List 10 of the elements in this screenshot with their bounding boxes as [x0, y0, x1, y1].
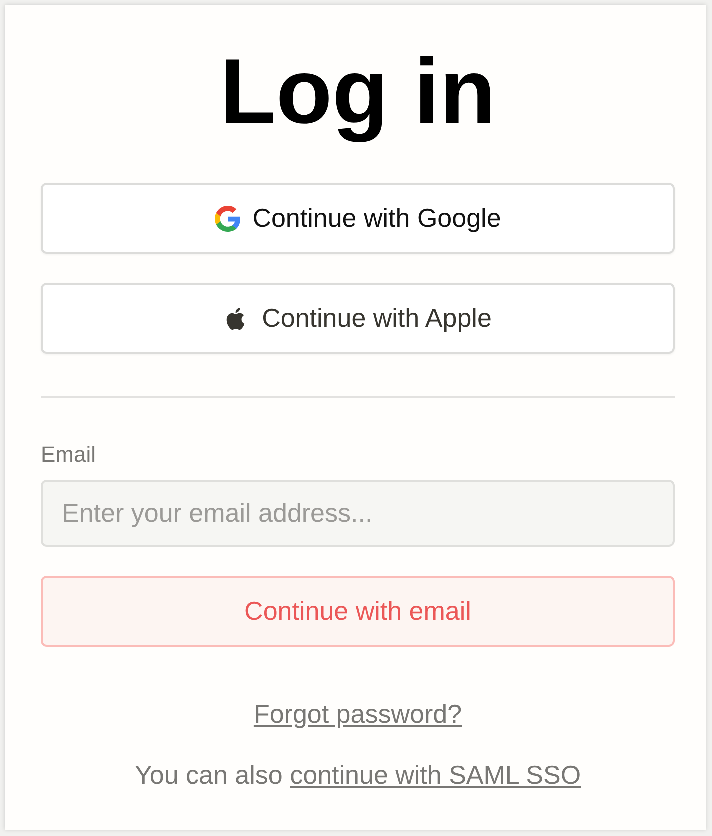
email-label: Email: [41, 442, 98, 468]
continue-with-apple-button[interactable]: Continue with Apple: [41, 283, 675, 354]
page-title: Log in: [220, 40, 496, 145]
email-field[interactable]: Enter your email address...: [41, 480, 675, 547]
saml-sso-link[interactable]: continue with SAML SSO: [290, 760, 582, 790]
google-g-icon: [214, 206, 241, 232]
forgot-password-link[interactable]: Forgot password?: [254, 699, 462, 729]
continue-with-google-button[interactable]: Continue with Google: [41, 183, 675, 254]
continue-with-email-button[interactable]: Continue with email: [41, 576, 675, 647]
saml-sso-sentence: You can also continue with SAML SSO: [134, 760, 582, 791]
